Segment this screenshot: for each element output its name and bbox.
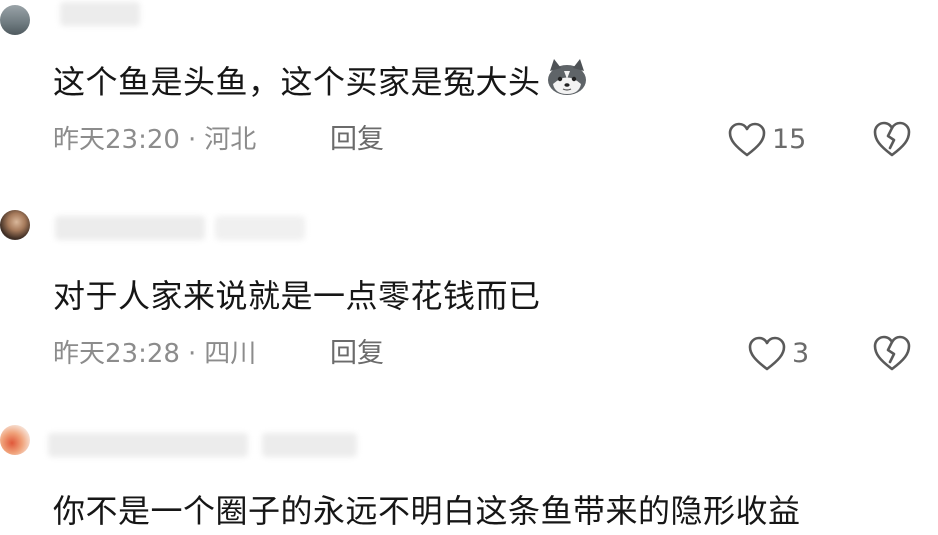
dislike-button[interactable] [872,334,912,374]
comment-location: 四川 [204,339,257,369]
meta-separator: · [187,125,197,155]
dislike-button[interactable] [872,120,912,160]
comment-item: 这个鱼是头鱼，这个买家是冤大头 昨天23:20 · 河北 回复 15 [0,0,938,190]
username-blurred [215,216,305,240]
comment-text: 对于人家来说就是一点零花钱而已 [53,277,541,315]
comment-text-content: 这个鱼是头鱼，这个买家是冤大头 [53,63,541,101]
comment-item: 对于人家来说就是一点零花钱而已 昨天23:28 · 四川 回复 3 [0,200,938,400]
comment-item: 你不是一个圈子的永远不明白这条鱼带来的隐形收益 [0,415,938,535]
like-button[interactable]: 3 [748,334,809,374]
username-blurred[interactable] [55,216,205,240]
heart-outline-icon [748,336,786,372]
comment-time: 昨天23:20 [53,125,180,155]
husky-emoji-icon [545,57,589,106]
broken-heart-icon [872,335,912,376]
comment-location: 河北 [204,125,257,155]
comment-text: 这个鱼是头鱼，这个买家是冤大头 [53,58,589,106]
heart-outline-icon [728,122,766,158]
comment-time: 昨天23:28 [53,339,180,369]
username-blurred[interactable] [60,2,140,26]
comment-meta: 昨天23:28 · 四川 [53,336,256,372]
avatar[interactable] [0,5,30,35]
like-button[interactable]: 15 [728,120,806,160]
avatar[interactable] [0,425,30,455]
like-count: 3 [792,338,810,369]
broken-heart-icon [872,121,912,162]
username-blurred[interactable] [48,433,248,457]
meta-separator: · [187,339,197,369]
like-count: 15 [772,124,807,155]
comment-text: 你不是一个圈子的永远不明白这条鱼带来的隐形收益 [53,492,801,530]
reply-button[interactable]: 回复 [330,336,384,372]
comment-meta: 昨天23:20 · 河北 [53,122,256,158]
reply-button[interactable]: 回复 [330,122,384,158]
avatar[interactable] [0,210,30,240]
username-blurred [262,433,357,457]
